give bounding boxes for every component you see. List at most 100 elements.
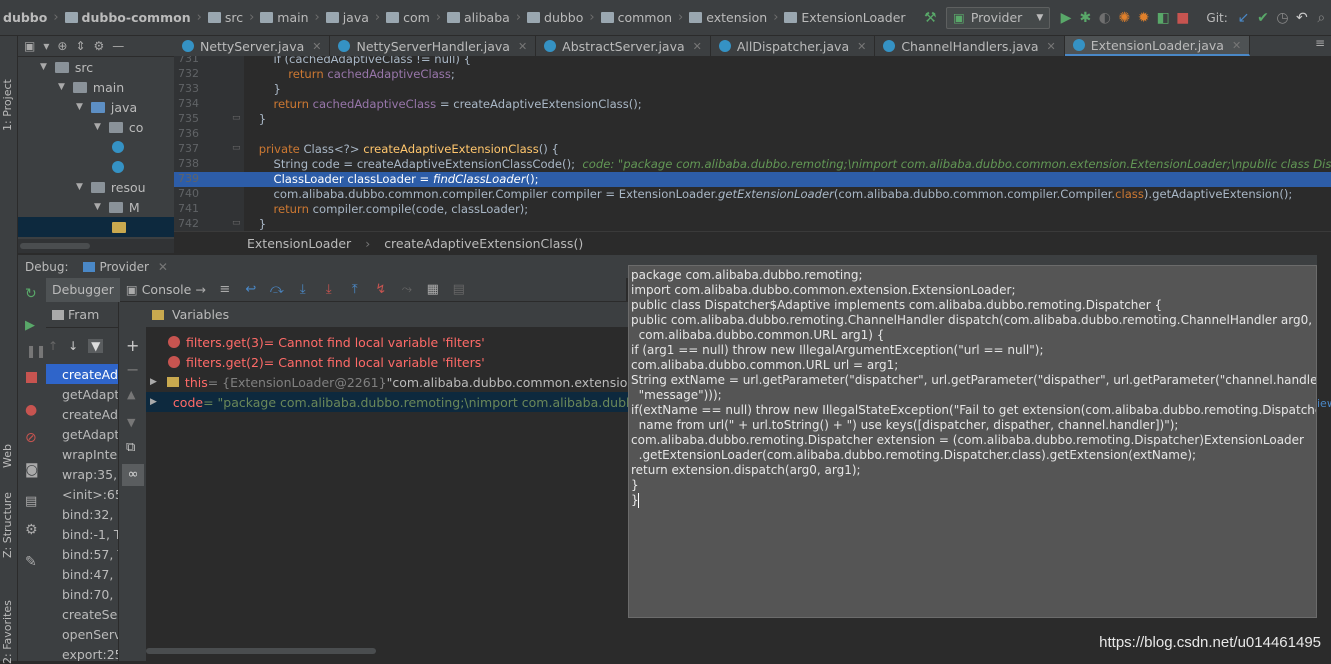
stack-frame[interactable]: bind:32, N: [46, 504, 118, 524]
stack-frame[interactable]: getAdapti: [46, 424, 118, 444]
expand-arrow-icon[interactable]: ▼: [40, 62, 47, 72]
git-update-icon[interactable]: ↙: [1236, 7, 1251, 29]
add-watch-icon[interactable]: +: [126, 336, 139, 355]
settings-icon[interactable]: ⚙: [25, 522, 38, 538]
close-icon[interactable]: ✕: [312, 40, 321, 53]
hide-icon[interactable]: —: [112, 39, 124, 53]
expand-arrow-icon[interactable]: ▶: [150, 397, 157, 407]
duplicate-icon[interactable]: ⧉: [126, 440, 135, 455]
tree-node[interactable]: [18, 217, 174, 237]
history-icon[interactable]: ◷: [1275, 7, 1290, 29]
resume-icon[interactable]: ▶: [25, 318, 35, 333]
stack-frame[interactable]: createAda: [46, 364, 118, 384]
variable-row[interactable]: ▶code = "package com.alibaba.dubbo.remot…: [146, 392, 630, 412]
breadcrumb-item[interactable]: alibaba›: [444, 10, 524, 25]
project-tool-button[interactable]: 1: Project: [1, 79, 14, 131]
tree-node[interactable]: ▼M: [94, 197, 140, 217]
stack-frame[interactable]: wrapInter: [46, 444, 118, 464]
coverage-icon[interactable]: ◐: [1097, 7, 1112, 29]
web-tool-button[interactable]: Web: [1, 444, 14, 468]
tree-node[interactable]: ▼java: [76, 97, 137, 117]
stack-frame[interactable]: wrap:35,: [46, 464, 118, 484]
expand-arrow-icon[interactable]: ▼: [76, 182, 83, 192]
collapse-icon[interactable]: ▾: [43, 39, 49, 53]
mute-breakpoints-icon[interactable]: ⊘: [25, 430, 37, 446]
structure-tool-button[interactable]: Z: Structure: [1, 492, 14, 558]
remove-watch-icon[interactable]: −: [126, 360, 139, 379]
stack-frame[interactable]: createAda: [46, 404, 118, 424]
stack-frame[interactable]: bind:47, H: [46, 564, 118, 584]
tree-node[interactable]: [112, 157, 124, 177]
tab-console[interactable]: ▣Console→: [120, 278, 212, 302]
editor-tab[interactable]: AllDispatcher.java✕: [711, 36, 875, 56]
breadcrumb-method[interactable]: createAdaptiveExtensionClass(): [384, 236, 583, 251]
value-tooltip-popup[interactable]: package com.alibaba.dubbo.remoting;impor…: [628, 265, 1317, 618]
editor-tab[interactable]: NettyServerHandler.java✕: [330, 36, 536, 56]
view-link[interactable]: iew: [1317, 397, 1331, 410]
stack-frame[interactable]: bind:70, E: [46, 584, 118, 604]
git-commit-icon[interactable]: ✔: [1255, 7, 1270, 29]
stack-frame[interactable]: bind:57, T: [46, 544, 118, 564]
fold-marker-icon[interactable]: ▭: [232, 218, 241, 228]
variable-row[interactable]: filters.get(2) = Cannot find local varia…: [146, 352, 485, 372]
favorites-tool-button[interactable]: 2: Favorites: [1, 600, 14, 664]
layout-icon[interactable]: ▣: [24, 39, 35, 53]
scroll-from-source-icon[interactable]: ⇕: [75, 39, 85, 53]
close-icon[interactable]: ✕: [1232, 39, 1241, 52]
camera-icon[interactable]: ◙: [25, 462, 39, 478]
stack-frame[interactable]: export:25: [46, 644, 118, 661]
attach-icon[interactable]: ✹: [1136, 7, 1151, 29]
run-configuration-select[interactable]: ▣Provider▼: [946, 7, 1050, 29]
tree-node[interactable]: [112, 137, 124, 157]
pause-icon[interactable]: ❚❚: [26, 344, 46, 358]
breadcrumb-class[interactable]: ExtensionLoader: [247, 236, 351, 251]
drop-frame-icon[interactable]: ↯: [374, 283, 388, 297]
debug-session-tab[interactable]: Provider ✕: [83, 260, 168, 274]
fold-marker-icon[interactable]: ▭: [232, 143, 241, 153]
tab-overflow-icon[interactable]: ≡: [1315, 36, 1325, 56]
close-icon[interactable]: ✕: [1047, 40, 1056, 53]
close-icon[interactable]: ✕: [158, 260, 168, 274]
stack-frame[interactable]: getAdapti: [46, 384, 118, 404]
tree-node[interactable]: ▼co: [94, 117, 143, 137]
stack-frame[interactable]: bind:-1, T: [46, 524, 118, 544]
editor-tab[interactable]: NettyServer.java✕: [174, 36, 330, 56]
expand-arrow-icon[interactable]: ▼: [94, 202, 101, 212]
stop-icon[interactable]: ■: [1175, 7, 1190, 29]
rollback-icon[interactable]: ↶: [1294, 7, 1309, 29]
variables-scrollbar[interactable]: [146, 648, 376, 654]
breadcrumb-item[interactable]: com›: [383, 10, 444, 25]
step-into-icon[interactable]: ⤓: [296, 283, 310, 297]
run-icon[interactable]: ▶: [1058, 7, 1073, 29]
tree-node[interactable]: ▼resou: [76, 177, 146, 197]
stack-frame[interactable]: openServ: [46, 624, 118, 644]
project-scrollbar[interactable]: [18, 239, 174, 253]
gear-icon[interactable]: ⚙: [94, 39, 105, 53]
view-breakpoints-icon[interactable]: ●: [25, 402, 37, 418]
search-icon[interactable]: ⌕: [1314, 7, 1329, 29]
show-execution-point-icon[interactable]: ↩: [244, 283, 258, 297]
expand-arrow-icon[interactable]: ▼: [76, 102, 83, 112]
filter-icon[interactable]: ▼: [88, 339, 103, 353]
close-icon[interactable]: ✕: [518, 40, 527, 53]
fold-marker-icon[interactable]: ▭: [232, 113, 241, 123]
stack-frame[interactable]: <init>:65: [46, 484, 118, 504]
hammer-icon[interactable]: ⚒: [923, 7, 938, 29]
up-arrow-icon[interactable]: ↑: [48, 339, 58, 353]
pin-icon[interactable]: ✎: [25, 554, 37, 570]
tab-debugger[interactable]: Debugger: [46, 278, 120, 302]
menu-icon[interactable]: ≡: [218, 283, 232, 297]
down-arrow-icon[interactable]: ↓: [68, 339, 78, 353]
variable-row[interactable]: filters.get(3) = Cannot find local varia…: [146, 332, 485, 352]
editor-tab[interactable]: ExtensionLoader.java✕: [1065, 36, 1250, 56]
stack-frame[interactable]: createSer: [46, 604, 118, 624]
evaluate-expression-icon[interactable]: ▦: [426, 283, 440, 297]
build-icon[interactable]: ◧: [1156, 7, 1171, 29]
close-icon[interactable]: ✕: [857, 40, 866, 53]
step-over-icon[interactable]: ⤼: [270, 283, 284, 297]
move-down-icon[interactable]: ▼: [127, 416, 135, 429]
breadcrumb-item[interactable]: ExtensionLoader: [781, 10, 908, 25]
variable-row[interactable]: ▶this = {ExtensionLoader@2261} "com.alib…: [146, 372, 630, 392]
trace-icon[interactable]: ▤: [452, 283, 466, 297]
profile-icon[interactable]: ✺: [1117, 7, 1132, 29]
